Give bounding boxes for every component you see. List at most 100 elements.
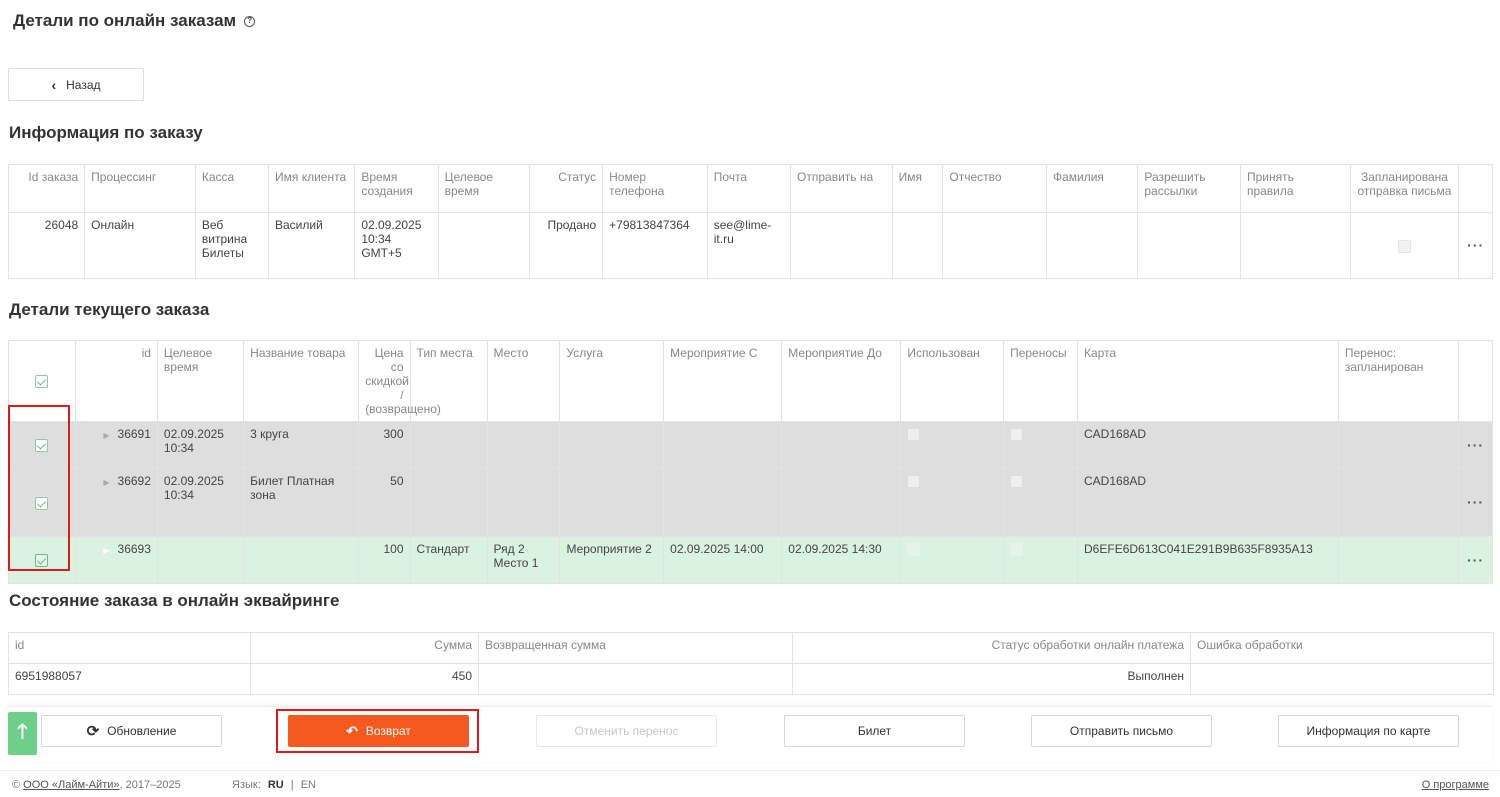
send-letter-button[interactable]: Отправить письмо [1031, 715, 1212, 747]
cell-card: CAD168AD [1077, 468, 1339, 537]
refresh-label: Обновление [107, 724, 177, 738]
col-acq-id: id [8, 632, 251, 664]
col-accept-rules: Принять правила [1239, 164, 1351, 213]
more-icon[interactable]: ··· [1467, 237, 1484, 253]
refresh-button[interactable]: ⟳ Обновление [41, 715, 222, 747]
cell-seat: Ряд 2 Место 1 [486, 536, 561, 584]
cell-price: 300 [358, 421, 411, 469]
cell-id-value: 36692 [117, 474, 151, 488]
col-patronymic: Отчество [942, 164, 1047, 213]
ticket-label: Билет [857, 724, 892, 738]
cell-acq-id: 6951988057 [8, 663, 251, 695]
copyright-symbol: © [12, 779, 21, 791]
chevron-left-icon: ‹ [51, 76, 57, 93]
col-event-from: Мероприятие С [663, 340, 783, 422]
col-seat: Место [486, 340, 561, 422]
col-id: id [74, 340, 158, 422]
cell-product: Билет Платная зона [243, 468, 360, 537]
back-button-label: Назад [66, 77, 101, 92]
col-actions [1458, 164, 1493, 213]
expand-caret-icon[interactable]: ▶ [103, 478, 109, 487]
cell-used [900, 421, 1005, 469]
acquiring-title: Состояние заказа в онлайн эквайринге [9, 591, 340, 610]
cell-seat-type: Стандарт [409, 536, 488, 584]
cell-price: 50 [358, 468, 411, 537]
cancel-transfer-button[interactable]: Отменить перенос [536, 715, 717, 747]
cell-patronymic [942, 212, 1047, 279]
col-kassa: Касса [194, 164, 270, 213]
row-checkbox[interactable] [35, 439, 49, 453]
page-title: Детали по онлайн заказам ? [13, 11, 256, 31]
scroll-up-button[interactable]: 🡑 [8, 712, 37, 755]
col-acq-error: Ошибка обработки [1190, 632, 1494, 664]
expand-caret-icon[interactable]: ▶ [103, 546, 109, 555]
col-card: Карта [1077, 340, 1339, 422]
more-icon[interactable]: ··· [1467, 552, 1484, 568]
back-button[interactable]: ‹ Назад [8, 68, 144, 101]
col-send-to: Отправить на [790, 164, 893, 213]
col-client-name: Имя клиента [267, 164, 356, 213]
col-target-time: Целевое время [156, 340, 245, 422]
current-order-title: Детали текущего заказа [9, 300, 210, 319]
cell-seat-type [409, 468, 488, 537]
select-all-checkbox[interactable] [35, 375, 49, 389]
cell-email: see@lime-it.ru [706, 212, 792, 279]
col-acq-sum: Сумма [250, 632, 479, 664]
card-info-button[interactable]: Информация по карте [1278, 715, 1459, 747]
about-link[interactable]: О программе [1422, 779, 1489, 791]
transfers-checkbox [1010, 428, 1024, 442]
cell-time: 02.09.2025 10:34 [156, 421, 245, 469]
refund-label: Возврат [365, 724, 411, 738]
col-allow-mail: Разрешить рассылки [1137, 164, 1241, 213]
cell-to [781, 468, 902, 537]
cell-select [8, 421, 76, 469]
scheduled-letter-checkbox [1397, 239, 1411, 253]
table-row[interactable]: ▶ 36691 02.09.2025 10:34 3 круга 300 CAD1… [8, 421, 1493, 469]
expand-caret-icon[interactable]: ▶ [103, 431, 109, 440]
acquiring-table: id Сумма Возвращенная сумма Статус обраб… [8, 632, 1494, 695]
cell-id: ▶ 36693 [74, 536, 158, 584]
lang-ru[interactable]: RU [268, 779, 284, 791]
transfers-checkbox [1010, 543, 1024, 557]
cell-kassa: Веб витрина Билеты [194, 212, 270, 279]
cell-id: ▶ 36692 [74, 468, 158, 537]
company-link[interactable]: ООО «Лайм-Айти» [23, 779, 119, 791]
lang-en[interactable]: EN [301, 779, 316, 791]
cell-phone: +79813847364 [602, 212, 708, 279]
cell-card: D6EFE6D613C041E291B9B635F8935A13 [1077, 536, 1339, 584]
transfers-checkbox [1010, 475, 1024, 489]
more-icon[interactable]: ··· [1467, 494, 1484, 510]
more-icon[interactable]: ··· [1467, 437, 1484, 453]
col-select-all [8, 340, 76, 422]
cell-surname [1045, 212, 1139, 279]
col-used: Использован [900, 340, 1005, 422]
help-icon[interactable]: ? [244, 15, 256, 27]
used-checkbox [907, 428, 921, 442]
cell-acq-sum: 450 [250, 663, 479, 695]
row-checkbox[interactable] [35, 496, 49, 510]
col-transfer-scheduled: Перенос: запланирован [1337, 340, 1460, 422]
refund-button[interactable]: ↶ Возврат [288, 715, 469, 747]
cell-to [781, 421, 902, 469]
col-scheduled-letter: Запланирована отправка письма [1349, 164, 1460, 213]
cell-target [437, 212, 531, 279]
cell-actions: ··· [1458, 212, 1493, 279]
row-checkbox[interactable] [35, 554, 49, 568]
copyright: © ООО «Лайм-Айти», 2017–2025 [12, 779, 181, 791]
cell-price: 100 [358, 536, 411, 584]
cell-to: 02.09.2025 14:30 [781, 536, 902, 584]
col-surname: Фамилия [1045, 164, 1139, 213]
col-name: Имя [891, 164, 944, 213]
table-row[interactable]: ▶ 36692 02.09.2025 10:34 Билет Платная зо… [8, 468, 1493, 537]
cell-from: 02.09.2025 14:00 [663, 536, 783, 584]
cell-id: ▶ 36691 [74, 421, 158, 469]
cell-seat [486, 421, 561, 469]
cell-used [900, 536, 1005, 584]
cell-from [663, 421, 783, 469]
used-checkbox [907, 543, 921, 557]
ticket-button[interactable]: Билет [784, 715, 965, 747]
table-row: 6951988057 450 Выполнен [8, 663, 1494, 695]
cell-accept-rules [1239, 212, 1351, 279]
table-row[interactable]: ▶ 36693 100 Стандарт Ряд 2 Место 1 Меропр… [8, 536, 1493, 584]
col-phone: Номер телефона [602, 164, 708, 213]
